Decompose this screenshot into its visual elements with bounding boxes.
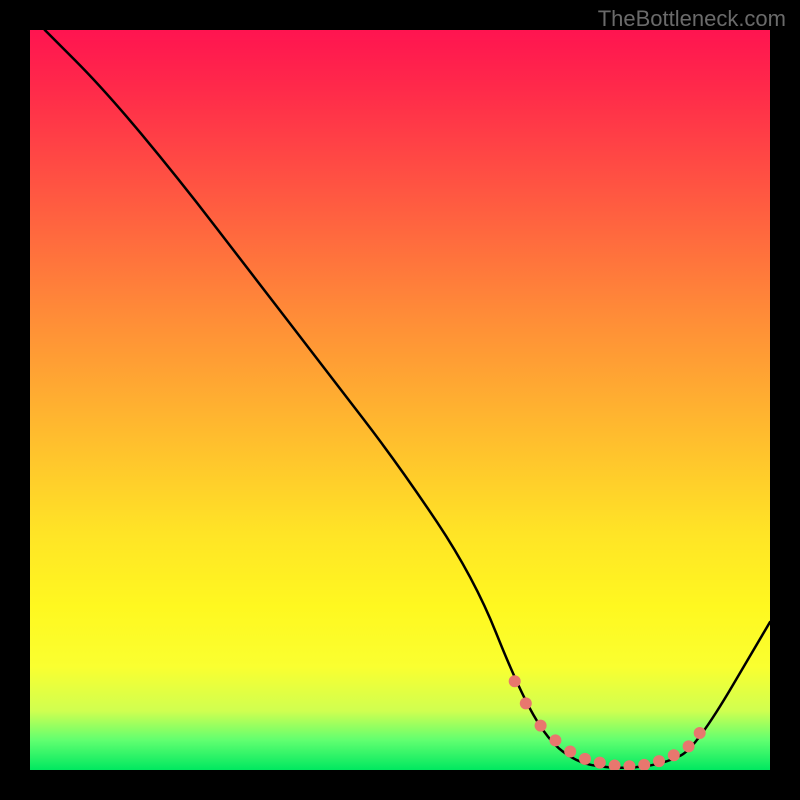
highlight-dot: [638, 759, 650, 770]
highlight-dots: [509, 675, 706, 770]
highlight-dot: [549, 734, 561, 746]
highlight-dot: [694, 727, 706, 739]
highlight-dot: [653, 755, 665, 767]
watermark-text: TheBottleneck.com: [598, 6, 786, 32]
highlight-dot: [579, 753, 591, 765]
highlight-dot: [564, 746, 576, 758]
chart-area: [30, 30, 770, 770]
highlight-dot: [609, 760, 621, 770]
chart-svg: [30, 30, 770, 770]
highlight-dot: [594, 757, 606, 769]
highlight-dot: [623, 760, 635, 770]
highlight-dot: [509, 675, 521, 687]
highlight-dot: [535, 720, 547, 732]
highlight-dot: [683, 740, 695, 752]
curve-line: [45, 30, 770, 768]
highlight-dot: [520, 697, 532, 709]
highlight-dot: [668, 749, 680, 761]
